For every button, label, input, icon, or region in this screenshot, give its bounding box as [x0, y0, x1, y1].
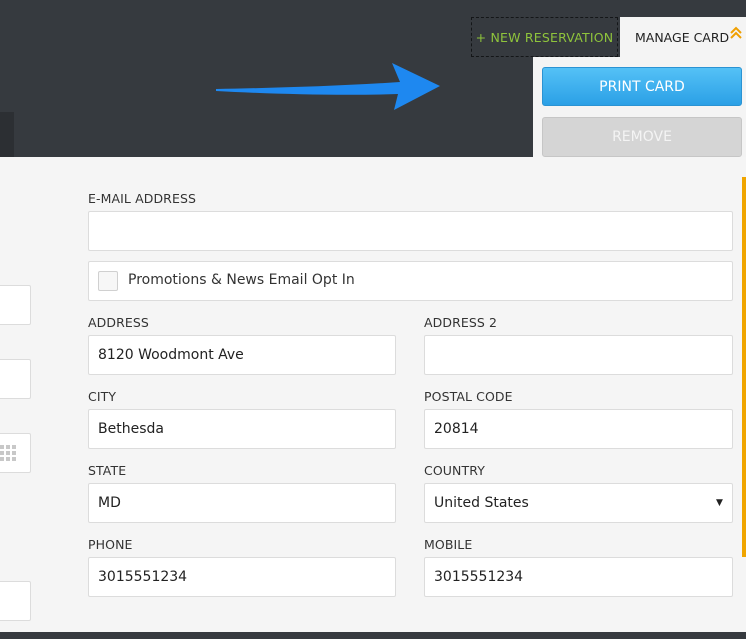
left-input[interactable] — [0, 359, 31, 399]
address2-field[interactable] — [424, 335, 733, 375]
new-reservation-button[interactable]: + NEW RESERVATION — [471, 17, 618, 57]
left-panel-edge — [0, 112, 14, 157]
calendar-grid-icon[interactable] — [0, 445, 18, 463]
annotation-arrow-icon — [216, 63, 440, 110]
country-label: COUNTRY — [424, 463, 485, 478]
mobile-field[interactable]: 3015551234 — [424, 557, 733, 597]
accent-bar — [742, 177, 746, 557]
address-field[interactable]: 8120 Woodmont Ave — [88, 335, 396, 375]
optin-label[interactable]: Promotions & News Email Opt In — [128, 272, 355, 288]
phone-label: PHONE — [88, 537, 133, 552]
chevron-double-up-icon — [730, 26, 742, 44]
address-label: ADDRESS — [88, 315, 149, 330]
optin-checkbox[interactable] — [98, 271, 118, 291]
manage-card-label: MANAGE CARD — [635, 29, 730, 45]
manage-card-tab[interactable]: MANAGE CARD — [620, 17, 746, 57]
remove-button[interactable]: REMOVE — [542, 117, 742, 157]
email-field[interactable] — [88, 211, 733, 251]
phone-field[interactable]: 3015551234 — [88, 557, 396, 597]
left-input[interactable] — [0, 285, 31, 325]
print-card-button[interactable]: PRINT CARD — [542, 67, 742, 106]
email-label: E-MAIL ADDRESS — [88, 191, 197, 206]
country-select[interactable]: United States — [424, 483, 733, 523]
postal-code-label: POSTAL CODE — [424, 389, 513, 404]
address2-label: ADDRESS 2 — [424, 315, 498, 330]
city-label: CITY — [88, 389, 117, 404]
bottom-bar — [0, 632, 746, 639]
postal-code-field[interactable]: 20814 — [424, 409, 733, 449]
left-input[interactable] — [0, 581, 31, 621]
state-label: STATE — [88, 463, 127, 478]
city-field[interactable]: Bethesda — [88, 409, 396, 449]
caret-down-icon: ▼ — [716, 498, 723, 508]
state-field[interactable]: MD — [88, 483, 396, 523]
mobile-label: MOBILE — [424, 537, 473, 552]
